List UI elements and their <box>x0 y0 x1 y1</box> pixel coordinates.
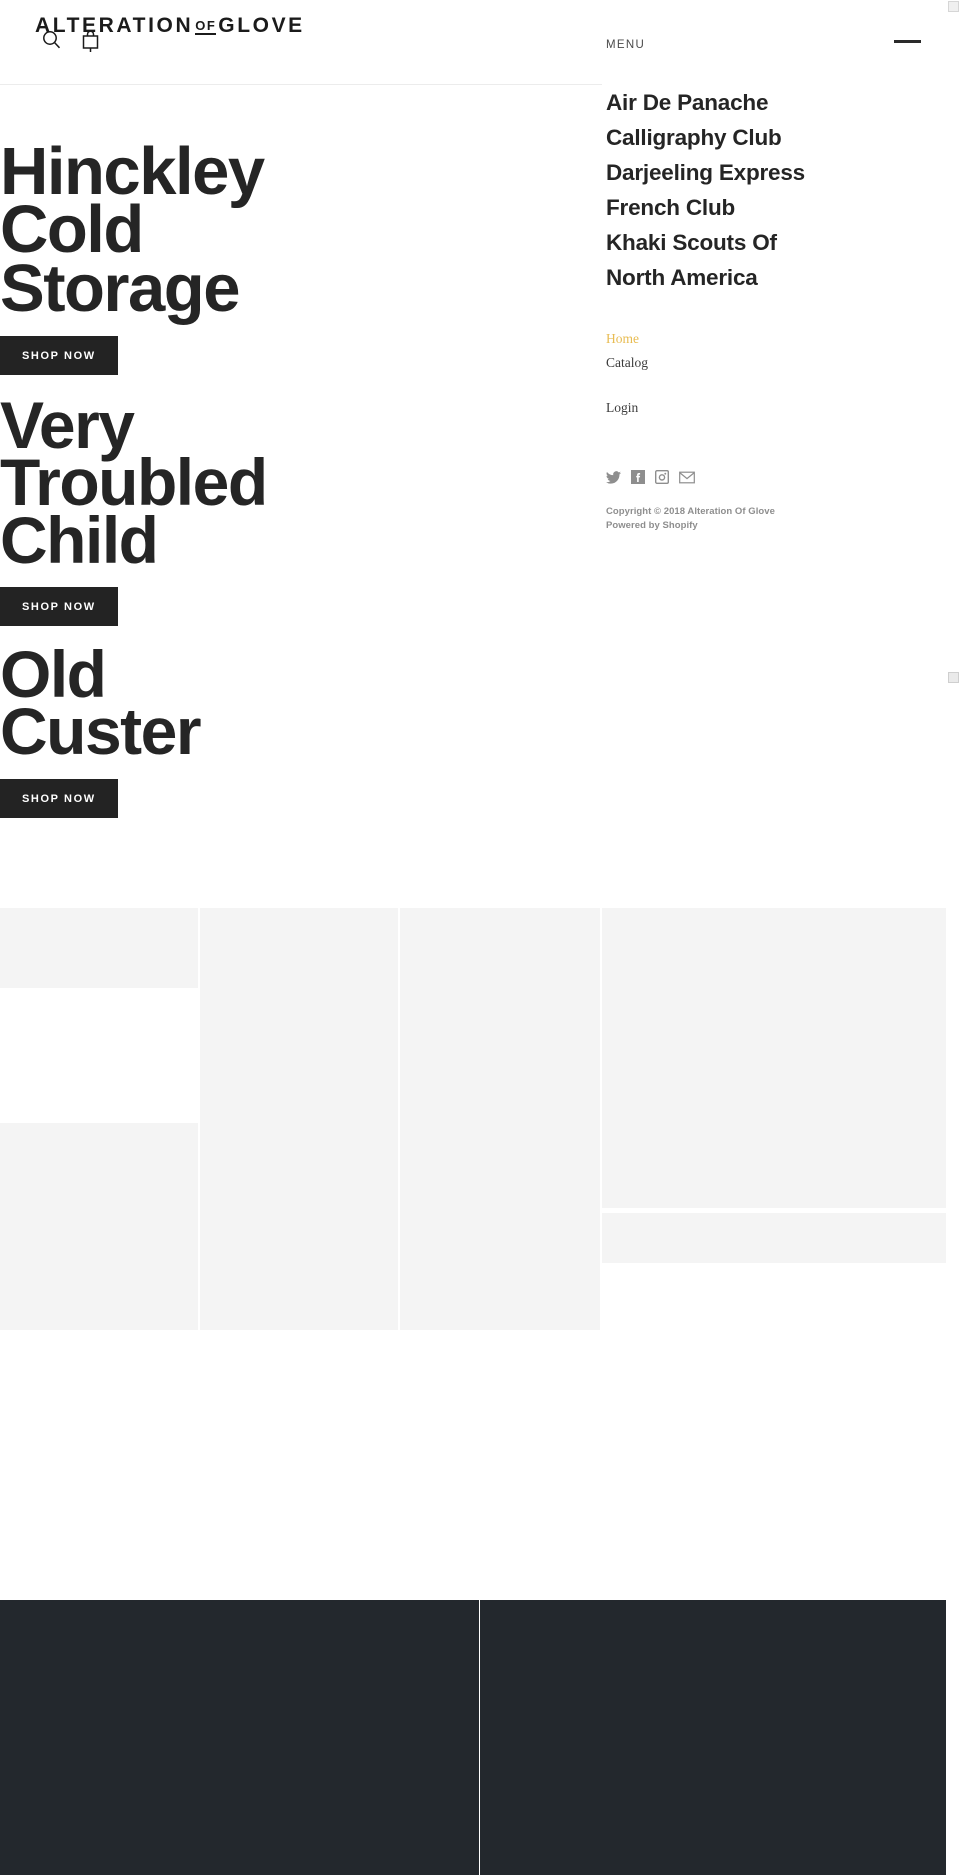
logo-text-of: OF <box>195 18 217 35</box>
secondary-nav: Home Catalog Login <box>606 327 946 420</box>
storefront-main-column: ALTERATION OFGLOVE Hinckley Cold Storage… <box>0 0 602 818</box>
nav-item-home[interactable]: Home <box>606 327 946 351</box>
footer-dark-block <box>0 1600 960 1875</box>
scrollbar-arrow-up[interactable] <box>948 1 959 12</box>
search-icon[interactable] <box>42 30 61 49</box>
nav-item-air-de-panache[interactable]: Air De Panache <box>606 85 946 120</box>
navigation-drawer: MENU Air De Panache Calligraphy Club Dar… <box>602 0 946 640</box>
drawer-body: Air De Panache Calligraphy Club Darjeeli… <box>602 85 946 533</box>
shop-now-button[interactable]: SHOP NOW <box>0 335 118 375</box>
drawer-header: MENU <box>602 0 946 85</box>
twitter-icon[interactable] <box>606 470 621 485</box>
hero-title: Old Custer <box>0 637 202 769</box>
grid-cell <box>0 988 198 1110</box>
instagram-icon[interactable] <box>655 470 669 485</box>
grid-cell <box>602 908 960 1208</box>
nav-item-french-club[interactable]: French Club <box>606 190 946 225</box>
shopping-bag-icon[interactable] <box>81 30 100 54</box>
grid-cell <box>200 1133 398 1330</box>
legal-text: Copyright © 2018 Alteration Of Glove Pow… <box>606 505 946 534</box>
grid-cell <box>400 1133 600 1330</box>
hero-title: Hinckley Cold Storage <box>0 134 265 326</box>
nav-item-calligraphy-club[interactable]: Calligraphy Club <box>606 120 946 155</box>
scrollbar-track[interactable] <box>946 0 960 1875</box>
product-grid-placeholder <box>0 908 960 1600</box>
powered-by-text[interactable]: Powered by Shopify <box>606 519 946 533</box>
grid-cell <box>0 1133 198 1330</box>
shop-now-button[interactable]: SHOP NOW <box>0 587 118 627</box>
shop-now-button[interactable]: SHOP NOW <box>0 778 118 818</box>
hero-slide: Old Custer SHOP NOW <box>0 637 602 818</box>
nav-item-login[interactable]: Login <box>606 396 946 420</box>
page-root: ALTERATION OFGLOVE Hinckley Cold Storage… <box>0 0 960 1875</box>
menu-label: MENU <box>606 39 646 51</box>
logo-text-secondary: GLOVE <box>218 14 305 37</box>
primary-nav: Air De Panache Calligraphy Club Darjeeli… <box>606 85 946 296</box>
hero-slideshow: Hinckley Cold Storage SHOP NOW Very Trou… <box>0 85 602 818</box>
hero-slide: Hinckley Cold Storage SHOP NOW <box>0 134 602 375</box>
scrollbar-thumb[interactable] <box>948 12 959 672</box>
email-icon[interactable] <box>679 471 695 484</box>
close-bar-icon[interactable] <box>894 40 921 43</box>
nav-item-darjeeling-express[interactable]: Darjeeling Express <box>606 155 946 190</box>
scrollbar-arrow-down[interactable] <box>948 672 959 683</box>
footer-divider <box>479 1600 480 1875</box>
header-icon-group <box>42 30 100 54</box>
grid-cell <box>602 1213 960 1263</box>
hero-slide: Very Troubled Child SHOP NOW <box>0 387 602 627</box>
facebook-icon[interactable] <box>631 470 645 485</box>
copyright-text: Copyright © 2018 Alteration Of Glove <box>606 505 775 517</box>
site-header: ALTERATION OFGLOVE <box>0 0 602 85</box>
nav-item-khaki-scouts[interactable]: Khaki Scouts Of North America <box>606 225 946 295</box>
hero-title: Very Troubled Child <box>0 387 268 577</box>
social-links <box>606 470 946 485</box>
nav-item-catalog[interactable]: Catalog <box>606 351 946 375</box>
